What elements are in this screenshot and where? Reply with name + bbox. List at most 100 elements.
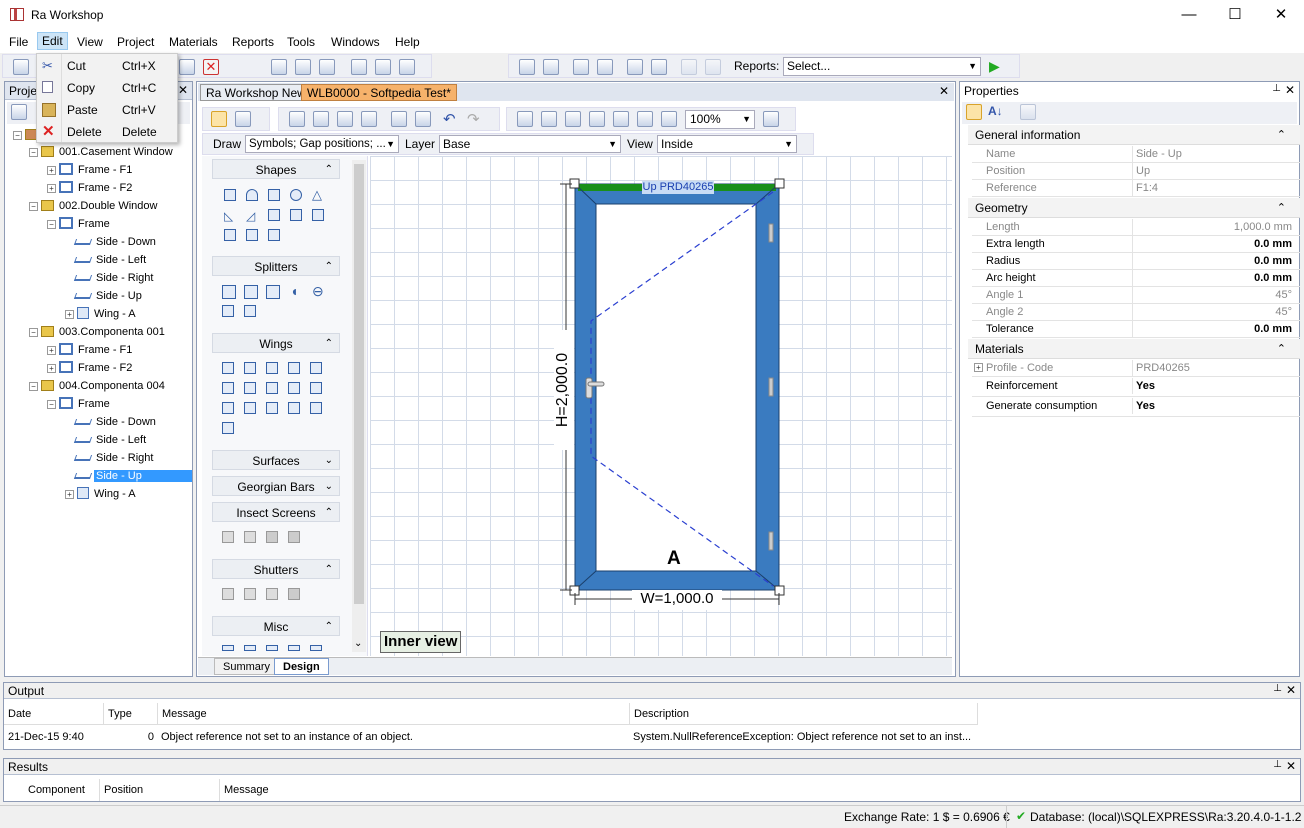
tree-item[interactable]: − Frame: [47, 395, 112, 413]
shape-circle-icon[interactable]: [290, 189, 302, 201]
screen-icon[interactable]: [244, 531, 256, 543]
undo-icon[interactable]: ↶: [443, 110, 456, 128]
draw-select[interactable]: Symbols; Gap positions; ... ▼: [245, 135, 399, 153]
tree-item[interactable]: + Frame - F2: [47, 179, 134, 197]
split-arc-icon[interactable]: ◖: [290, 284, 302, 298]
menu-copy[interactable]: Copy Ctrl+C: [37, 77, 177, 99]
menu-view[interactable]: View: [77, 35, 103, 49]
wing-slide-icon[interactable]: [288, 382, 300, 394]
col-date[interactable]: Date: [4, 703, 104, 725]
calculate-icon[interactable]: [519, 59, 535, 75]
close-icon[interactable]: ✕: [178, 83, 188, 97]
shape-rect-icon[interactable]: [224, 189, 236, 201]
screen-icon[interactable]: [288, 531, 300, 543]
tree-item[interactable]: + Wing - A: [65, 485, 138, 503]
wing-pivot-icon[interactable]: [222, 382, 234, 394]
close-icon[interactable]: ✕: [939, 84, 949, 98]
pointer-icon[interactable]: [211, 111, 227, 127]
misc-icon[interactable]: [222, 645, 234, 651]
menu-reports[interactable]: Reports: [232, 35, 274, 49]
misc-icon[interactable]: [310, 645, 322, 651]
tree-item[interactable]: + Frame - F2: [47, 359, 134, 377]
menu-cut[interactable]: ✂ Cut Ctrl+X: [37, 55, 177, 77]
tree-item[interactable]: −002.Double Window: [29, 197, 159, 215]
wing-fixed-icon[interactable]: [244, 382, 256, 394]
property-pages-icon[interactable]: [1020, 104, 1036, 120]
wing-turn-icon[interactable]: [266, 382, 278, 394]
zoom-icon[interactable]: [613, 111, 629, 127]
zoom-all-icon[interactable]: [637, 111, 653, 127]
tree-item[interactable]: Side - Right: [73, 269, 155, 287]
paste-icon[interactable]: [179, 59, 195, 75]
redo-icon[interactable]: ↷: [467, 110, 480, 128]
col-type[interactable]: Type: [104, 703, 158, 725]
prop-length[interactable]: Length 1,000.0 mm: [972, 219, 1300, 236]
palette-shapes[interactable]: Shapes ⌃: [212, 159, 340, 179]
close-icon[interactable]: ✕: [1285, 83, 1295, 97]
maximize-button[interactable]: ☐: [1212, 0, 1258, 31]
misc-icon[interactable]: [288, 645, 300, 651]
shape-arch-icon[interactable]: [246, 189, 258, 201]
close-button[interactable]: ✕: [1258, 0, 1304, 31]
menu-help[interactable]: Help: [395, 35, 420, 49]
link-icon[interactable]: [681, 59, 697, 75]
tree-item[interactable]: Side - Right: [73, 449, 155, 467]
split-horizontal-icon[interactable]: [244, 285, 258, 299]
screen-icon[interactable]: [266, 531, 278, 543]
plus-icon[interactable]: [661, 111, 677, 127]
wing-fold-icon[interactable]: [244, 402, 256, 414]
tree-item-selected[interactable]: Side - Up: [73, 467, 192, 485]
merge-icon[interactable]: [313, 111, 329, 127]
design-canvas[interactable]: Up PRD40265 H=2,000.0 W=1,000.0 A Inner …: [370, 156, 952, 656]
pan-icon[interactable]: [235, 111, 251, 127]
wing-arrow-icon[interactable]: [288, 402, 300, 414]
delete-icon[interactable]: ✕: [203, 59, 219, 75]
tree-item[interactable]: Side - Left: [73, 251, 148, 269]
chevron-down-icon[interactable]: ⌄: [354, 638, 362, 649]
tree-item[interactable]: Side - Down: [73, 233, 158, 251]
palette-misc[interactable]: Misc ⌃: [212, 616, 340, 636]
split-circle-icon[interactable]: ⊖: [312, 284, 324, 298]
categorized-icon[interactable]: [966, 104, 982, 120]
grid-icon[interactable]: [337, 111, 353, 127]
menu-windows[interactable]: Windows: [331, 35, 380, 49]
palette-wings[interactable]: Wings ⌃: [212, 333, 340, 353]
shape-triangle-icon[interactable]: △: [312, 188, 324, 201]
tab-design-doc[interactable]: WLB0000 - Softpedia Test*: [301, 84, 457, 101]
optimize-icon[interactable]: [543, 59, 559, 75]
prop-position[interactable]: Position Up: [972, 163, 1300, 180]
pin-icon[interactable]: ⊥: [1273, 683, 1282, 694]
wing-double-icon[interactable]: [288, 362, 300, 374]
new-project-icon[interactable]: [13, 59, 29, 75]
clear-icon[interactable]: [295, 59, 311, 75]
shape-right-triangle-icon[interactable]: ◺: [224, 209, 236, 223]
menu-tools[interactable]: Tools: [287, 35, 315, 49]
split-grid-icon[interactable]: [222, 305, 234, 317]
section-general[interactable]: General information ⌃: [968, 125, 1300, 145]
sort-alpha-icon[interactable]: A↓: [988, 104, 1003, 118]
shape-camera-icon[interactable]: [246, 229, 258, 241]
wing-fold-icon[interactable]: [222, 402, 234, 414]
palette-georgian-bars[interactable]: Georgian Bars ⌄: [212, 476, 340, 496]
shape-trapezoid-icon[interactable]: [268, 209, 280, 221]
table-row[interactable]: 21-Dec-15 9:40 0 Object reference not se…: [4, 726, 978, 748]
tab-summary[interactable]: Summary: [214, 658, 280, 675]
prop-radius[interactable]: Radius 0.0 mm: [972, 253, 1300, 270]
prop-arc-height[interactable]: Arc height 0.0 mm: [972, 270, 1300, 287]
prop-extra-length[interactable]: Extra length 0.0 mm: [972, 236, 1300, 253]
shape-slant-icon[interactable]: [224, 229, 236, 241]
shutter-icon[interactable]: [266, 588, 278, 600]
properties-icon[interactable]: [271, 59, 287, 75]
shape-lock-icon[interactable]: [268, 229, 280, 241]
palette-splitters[interactable]: Splitters ⌃: [212, 256, 340, 276]
rotate-icon[interactable]: [415, 111, 431, 127]
expand-icon[interactable]: +: [974, 363, 983, 372]
split-vertical-icon[interactable]: [222, 285, 236, 299]
palette-surfaces[interactable]: Surfaces ⌄: [212, 450, 340, 470]
split-lock-icon[interactable]: [244, 305, 256, 317]
prop-tolerance[interactable]: Tolerance 0.0 mm: [972, 321, 1300, 338]
unlink-icon[interactable]: [705, 59, 721, 75]
production-icon[interactable]: [627, 59, 643, 75]
shutter-icon[interactable]: [244, 588, 256, 600]
col-message[interactable]: Message: [158, 703, 630, 725]
